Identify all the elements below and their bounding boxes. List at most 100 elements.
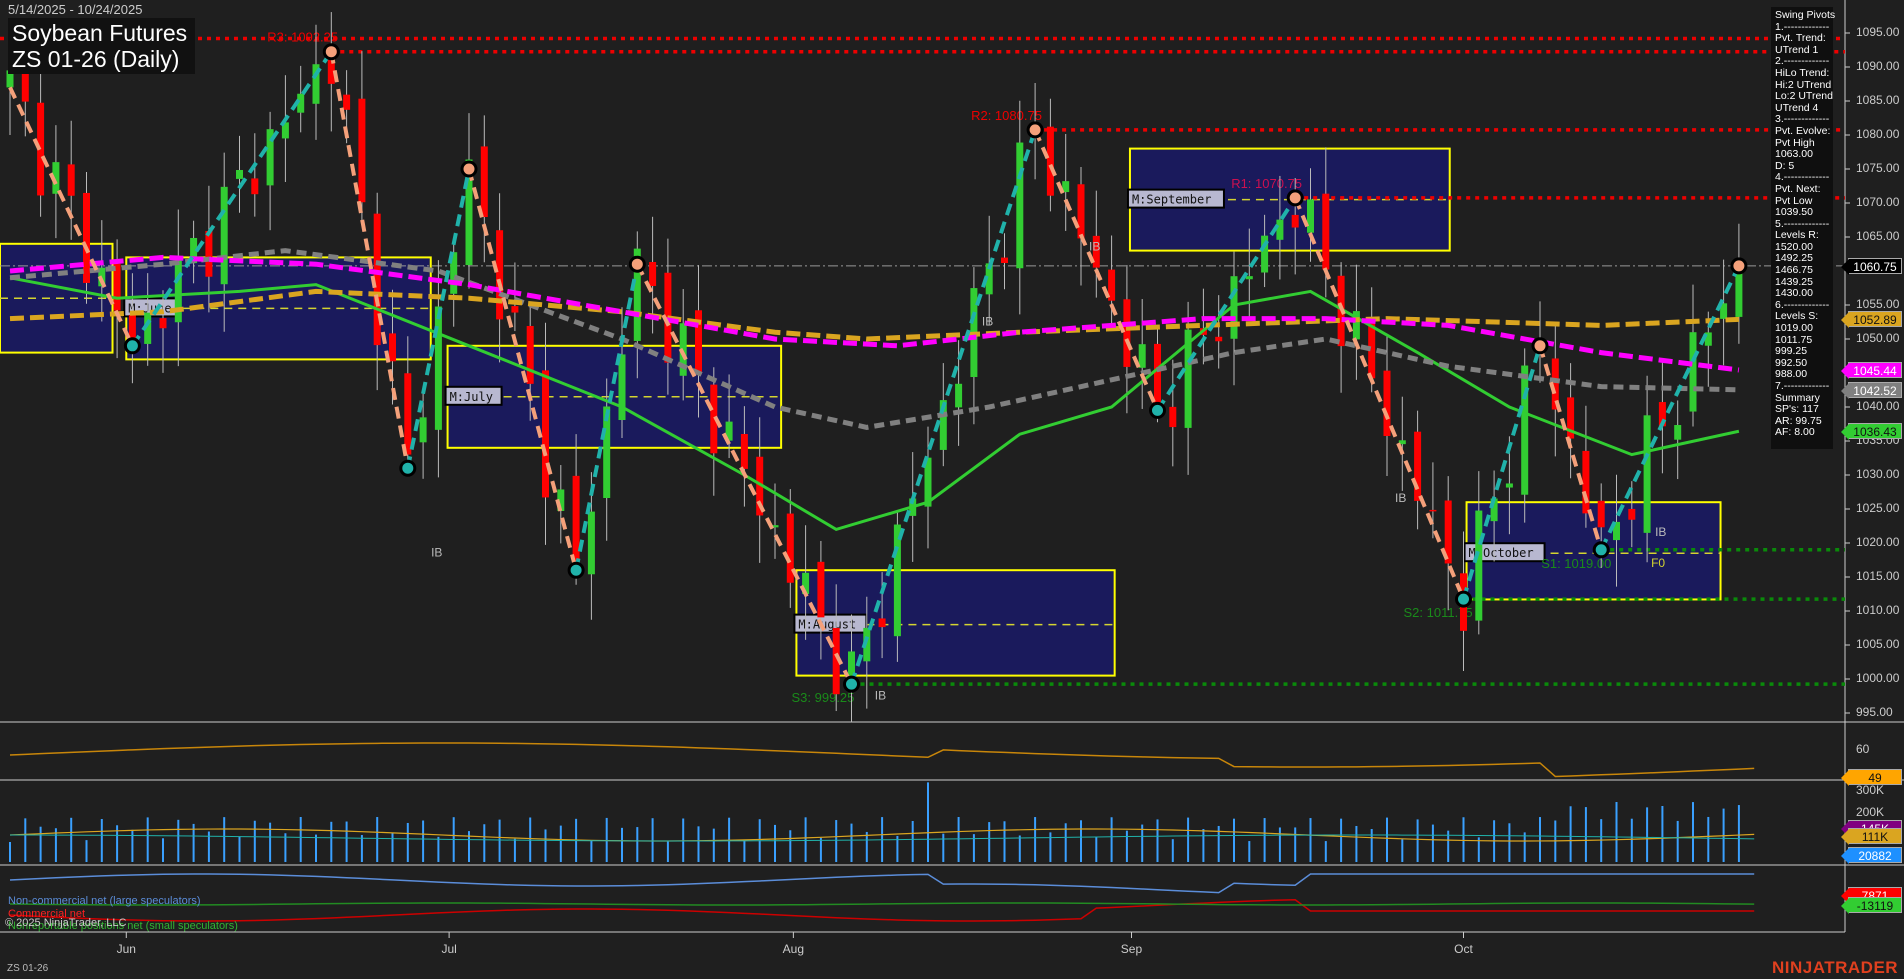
candle-up: [1276, 219, 1284, 240]
legend-noncommercial: Non-commercial net (large speculators): [8, 895, 201, 907]
candle-up: [587, 511, 595, 575]
candle-down: [83, 192, 90, 283]
candle-down: [1077, 184, 1085, 239]
candle-down: [1046, 126, 1054, 196]
monthly-box-label: M:July: [450, 390, 493, 404]
oscillator-line: [9, 742, 1755, 778]
indicator-tag-vol: 111K: [1841, 828, 1902, 845]
candle-down: [1154, 343, 1161, 408]
swing-high-marker: [1026, 121, 1044, 139]
candle-up: [1643, 415, 1651, 533]
month-label: Oct: [1454, 942, 1473, 956]
candle-up: [893, 524, 901, 637]
candle-up: [1674, 425, 1682, 440]
candle-down: [251, 178, 259, 195]
title-contract: ZS 01-26 (Daily): [12, 46, 180, 72]
pivot-panel-line: 1039.50: [1775, 206, 1813, 219]
candle-up: [419, 417, 427, 443]
price-tick-label: 1050.00: [1856, 331, 1900, 345]
date-range: 5/14/2025 - 10/24/2025: [8, 2, 143, 17]
candle-down: [1123, 299, 1131, 367]
month-label: Sep: [1120, 942, 1143, 956]
pivot-panel-line: Pvt. Evolve:: [1775, 124, 1831, 137]
candle-down: [1291, 214, 1299, 228]
nonreportable-line: [9, 902, 1755, 906]
pivot-panel-line: 7.-------------: [1775, 380, 1830, 392]
indicator-tag-cot: -13119: [1841, 897, 1902, 914]
price-tick-label: 1055.00: [1856, 297, 1900, 311]
candle-down: [67, 164, 75, 196]
pivot-panel-line: 1063.00: [1775, 148, 1813, 161]
candle-down: [511, 306, 519, 313]
price-tag: 1045.44: [1841, 362, 1902, 379]
swing-high-marker: [628, 255, 646, 273]
candle-down: [1215, 336, 1223, 342]
candle-down: [1628, 508, 1636, 520]
candle-up: [434, 306, 442, 430]
month-label: Jul: [441, 942, 457, 956]
month-label: Jun: [116, 942, 136, 956]
pivot-panel-line: 1466.75: [1775, 264, 1813, 277]
candle-up: [236, 170, 243, 179]
price-tick-label: 995.00: [1856, 705, 1893, 719]
candle-down: [817, 561, 825, 618]
instrument-footer: ZS 01-26: [7, 963, 49, 974]
title-instrument: Soybean Futures: [12, 20, 188, 46]
candle-up: [1505, 483, 1513, 488]
price-tag: 1036.43: [1841, 423, 1902, 441]
swing-pivots-panel: Swing Pivots 1.------------- Pvt. Trend: UT…: [1771, 7, 1835, 449]
candle-down: [389, 333, 396, 362]
candle-down: [649, 261, 657, 287]
candle-down: [1322, 193, 1330, 270]
candle-down: [358, 98, 366, 203]
candle-down: [480, 146, 488, 218]
swing-high-marker: [322, 43, 340, 61]
candle-down: [21, 69, 29, 102]
price-tick-label: 1090.00: [1856, 59, 1900, 73]
ib-annotation: IB: [1089, 240, 1100, 254]
noncommercial-line: [9, 873, 1755, 894]
ib-annotation: IB: [1395, 491, 1406, 505]
candle-down: [496, 230, 504, 320]
price-tick-label: 1030.00: [1856, 467, 1900, 481]
pivot-panel-line: 1019.00: [1775, 322, 1813, 335]
candle-up: [955, 383, 963, 408]
candle-down: [159, 318, 167, 329]
level-label: R3: 1092.25: [267, 30, 338, 45]
candle-down: [1001, 257, 1008, 263]
indicator-tick-label: 200K: [1856, 805, 1885, 819]
price-tick-label: 1065.00: [1856, 229, 1900, 243]
price-tick-label: 1070.00: [1856, 195, 1900, 209]
month-label: Aug: [782, 942, 805, 956]
candle-up: [618, 354, 626, 421]
candle-up: [1475, 510, 1483, 621]
pivot-panel-line: HiLo Trend:: [1775, 66, 1830, 79]
indicator-tag-vol: 20882: [1841, 847, 1902, 864]
price-tick-label: 1010.00: [1856, 603, 1900, 617]
ninjatrader-logo: NINJATRADER: [1772, 958, 1899, 977]
candle-down: [205, 230, 213, 277]
swing-low-marker: [1592, 541, 1610, 559]
swing-high-marker: [1531, 337, 1549, 355]
candle-down: [1169, 406, 1177, 428]
price-tag: 1042.52: [1841, 381, 1902, 399]
level-label: R2: 1080.75: [971, 108, 1042, 123]
candle-down: [1582, 450, 1590, 514]
candle-down: [1383, 370, 1391, 436]
candle-up: [1521, 365, 1529, 495]
candle-down: [526, 325, 534, 384]
candle-down: [878, 618, 886, 628]
ib-annotation: IB: [982, 314, 993, 328]
candle-up: [1016, 142, 1024, 269]
candle-up: [1307, 199, 1314, 233]
copyright: © 2025 NinjaTrader, LLC: [5, 917, 127, 929]
swing-down-leg: [1293, 197, 1466, 600]
level-label: S3: 999.25: [792, 690, 855, 705]
swing-low-marker: [399, 459, 417, 477]
swing-low-marker: [1149, 401, 1166, 419]
price-tick-label: 1080.00: [1856, 127, 1900, 141]
price-chart[interactable]: M:JuneM:JulyM:AugustM:SeptemberM:October…: [0, 0, 1904, 979]
price-tick-label: 1075.00: [1856, 161, 1900, 175]
price-tick-label: 1095.00: [1856, 25, 1900, 39]
indicator-tag-osc: 49: [1841, 769, 1902, 786]
